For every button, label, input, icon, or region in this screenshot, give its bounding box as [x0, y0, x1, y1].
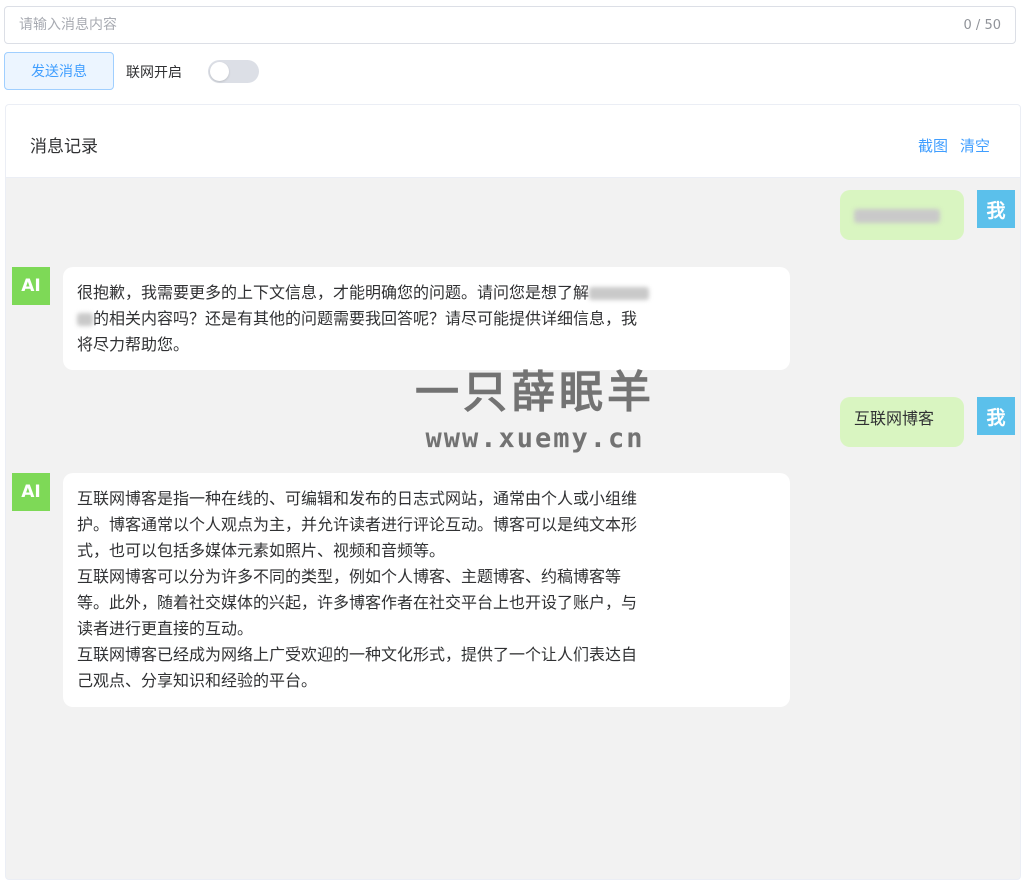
ai-avatar: AI [12, 473, 50, 511]
message-input[interactable] [5, 7, 964, 43]
user-message-text: 互联网博客 [854, 409, 935, 428]
clear-link[interactable]: 清空 [960, 135, 990, 156]
user-avatar: 我 [977, 397, 1015, 435]
ai-message-bubble: 互联网博客是指一种在线的、可编辑和发布的日志式网站，通常由个人或小组维 护。博客… [63, 473, 790, 707]
user-message-bubble: 互联网博客 [840, 397, 964, 447]
ai-message-line: 己观点、分享知识和经验的平台。 [77, 671, 318, 690]
ai-message-line: 读者进行更直接的互动。 [77, 619, 254, 638]
toggle-knob [210, 62, 229, 81]
send-message-button[interactable]: 发送消息 [4, 52, 114, 90]
message-input-wrapper: 0 / 50 [4, 6, 1016, 44]
ai-avatar: AI [12, 267, 50, 305]
chat-page: 0 / 50 发送消息 联网开启 消息记录 截图 清空 我 AI 很抱歉，我需要… [0, 0, 1024, 885]
blurred-text [77, 313, 93, 326]
user-avatar: 我 [977, 190, 1015, 228]
card-title: 消息记录 [30, 137, 98, 157]
ai-message-line: 很抱歉，我需要更多的上下文信息，才能明确您的问题。请问您是想了解 [77, 280, 776, 306]
user-message-bubble [840, 190, 964, 240]
ai-message-line: 的相关内容吗？还是有其他的问题需要我回答呢？请尽可能提供详细信息，我 [77, 306, 776, 332]
ai-message-line: 式，也可以包括多媒体元素如照片、视频和音频等。 [77, 541, 446, 560]
header-actions: 截图 清空 [918, 135, 990, 156]
ai-message-bubble: 很抱歉，我需要更多的上下文信息，才能明确您的问题。请问您是想了解 的相关内容吗？… [63, 267, 790, 370]
message-record-card: 消息记录 截图 清空 我 AI 很抱歉，我需要更多的上下文信息，才能明确您的问题… [5, 104, 1021, 880]
blurred-text [854, 209, 940, 223]
ai-message-line: 互联网博客已经成为网络上广受欢迎的一种文化形式，提供了一个让人们表达自 [77, 645, 638, 664]
card-header: 消息记录 截图 清空 [6, 105, 1020, 178]
ai-message-line: 将尽力帮助您。 [77, 335, 190, 354]
ai-message-line: 等。此外，随着社交媒体的兴起，许多博客作者在社交平台上也开设了账户，与 [77, 593, 638, 612]
ai-message-line: 护。博客通常以个人观点为主，并允许读者进行评论互动。博客可以是纯文本形 [77, 515, 638, 534]
network-toggle-label: 联网开启 [126, 65, 182, 81]
ai-message-line: 互联网博客可以分为许多不同的类型，例如个人博客、主题博客、约稿博客等 [77, 567, 622, 586]
char-counter: 0 / 50 [963, 17, 1001, 33]
screenshot-link[interactable]: 截图 [918, 135, 948, 156]
blurred-text [589, 287, 650, 300]
network-toggle-switch[interactable] [208, 60, 259, 83]
ai-message-line: 互联网博客是指一种在线的、可编辑和发布的日志式网站，通常由个人或小组维 [77, 489, 638, 508]
